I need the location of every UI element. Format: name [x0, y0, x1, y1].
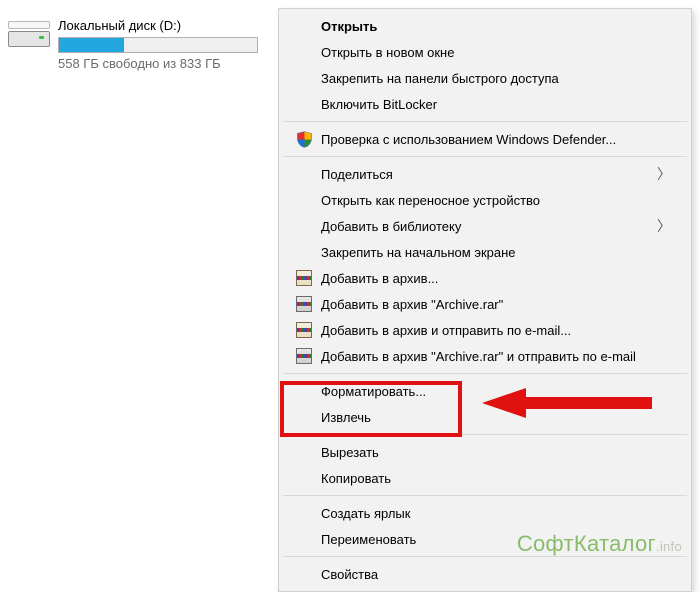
- menu-item-label: Добавить в библиотеку: [321, 219, 657, 234]
- menu-item[interactable]: Открыть в новом окне: [281, 39, 689, 65]
- menu-item-label: Создать ярлык: [321, 506, 671, 521]
- winrar-archive-icon: [293, 295, 315, 313]
- menu-item-label: Включить BitLocker: [321, 97, 671, 112]
- menu-item[interactable]: Добавить в архив...: [281, 265, 689, 291]
- menu-separator: [283, 373, 687, 374]
- menu-item[interactable]: Извлечь: [281, 404, 689, 430]
- drive-entry[interactable]: Локальный диск (D:) 558 ГБ свободно из 8…: [8, 18, 268, 71]
- menu-item[interactable]: Добавить в архив "Archive.rar": [281, 291, 689, 317]
- menu-item[interactable]: Закрепить на начальном экране: [281, 239, 689, 265]
- winrar-archive-icon: [293, 269, 315, 287]
- menu-item[interactable]: Закрепить на панели быстрого доступа: [281, 65, 689, 91]
- menu-item-label: Проверка с использованием Windows Defend…: [321, 132, 671, 147]
- chevron-right-icon: 〉: [657, 216, 671, 236]
- winrar-archive-icon: [293, 321, 315, 339]
- drive-capacity-bar: [58, 37, 258, 53]
- menu-item-label: Открыть в новом окне: [321, 45, 671, 60]
- context-menu: Открыть Открыть в новом окне Закрепить на …: [278, 8, 692, 592]
- menu-item-label: Закрепить на панели быстрого доступа: [321, 71, 671, 86]
- menu-item[interactable]: Создать ярлык: [281, 500, 689, 526]
- menu-item[interactable]: Свойства: [281, 561, 689, 587]
- watermark: СофтКаталог.info: [517, 531, 682, 557]
- menu-item[interactable]: Проверка с использованием Windows Defend…: [281, 126, 689, 152]
- watermark-brand: СофтКаталог: [517, 531, 656, 556]
- menu-item-label: Поделиться: [321, 167, 657, 182]
- menu-item-label: Закрепить на начальном экране: [321, 245, 671, 260]
- menu-item-label: Вырезать: [321, 445, 671, 460]
- menu-item[interactable]: Добавить в библиотеку〉: [281, 213, 689, 239]
- menu-item-label: Добавить в архив...: [321, 271, 671, 286]
- chevron-right-icon: 〉: [657, 164, 671, 184]
- menu-item-label: Копировать: [321, 471, 671, 486]
- menu-separator: [283, 495, 687, 496]
- menu-item-label: Добавить в архив "Archive.rar": [321, 297, 671, 312]
- menu-item[interactable]: Добавить в архив "Archive.rar" и отправи…: [281, 343, 689, 369]
- menu-item[interactable]: Вырезать: [281, 439, 689, 465]
- menu-item-label: Открыть: [321, 19, 671, 34]
- drive-info: Локальный диск (D:) 558 ГБ свободно из 8…: [58, 18, 268, 71]
- menu-item[interactable]: Форматировать...: [281, 378, 689, 404]
- menu-separator: [283, 121, 687, 122]
- hard-disk-icon: [8, 18, 50, 50]
- winrar-archive-icon: [293, 347, 315, 365]
- menu-separator: [283, 434, 687, 435]
- shield-icon: [293, 130, 315, 148]
- menu-item-label: Добавить в архив и отправить по e-mail..…: [321, 323, 671, 338]
- menu-item-label: Извлечь: [321, 410, 671, 425]
- menu-item-label: Свойства: [321, 567, 671, 582]
- menu-item-label: Открыть как переносное устройство: [321, 193, 671, 208]
- menu-item-label: Форматировать...: [321, 384, 671, 399]
- menu-separator: [283, 156, 687, 157]
- menu-item[interactable]: Открыть: [281, 13, 689, 39]
- menu-item[interactable]: Поделиться〉: [281, 161, 689, 187]
- menu-item[interactable]: Добавить в архив и отправить по e-mail..…: [281, 317, 689, 343]
- menu-item[interactable]: Открыть как переносное устройство: [281, 187, 689, 213]
- watermark-suffix: .info: [656, 539, 682, 554]
- menu-item-label: Добавить в архив "Archive.rar" и отправи…: [321, 349, 671, 364]
- drive-capacity-text: 558 ГБ свободно из 833 ГБ: [58, 56, 268, 71]
- menu-item[interactable]: Копировать: [281, 465, 689, 491]
- menu-item[interactable]: Включить BitLocker: [281, 91, 689, 117]
- drive-name: Локальный диск (D:): [58, 18, 268, 33]
